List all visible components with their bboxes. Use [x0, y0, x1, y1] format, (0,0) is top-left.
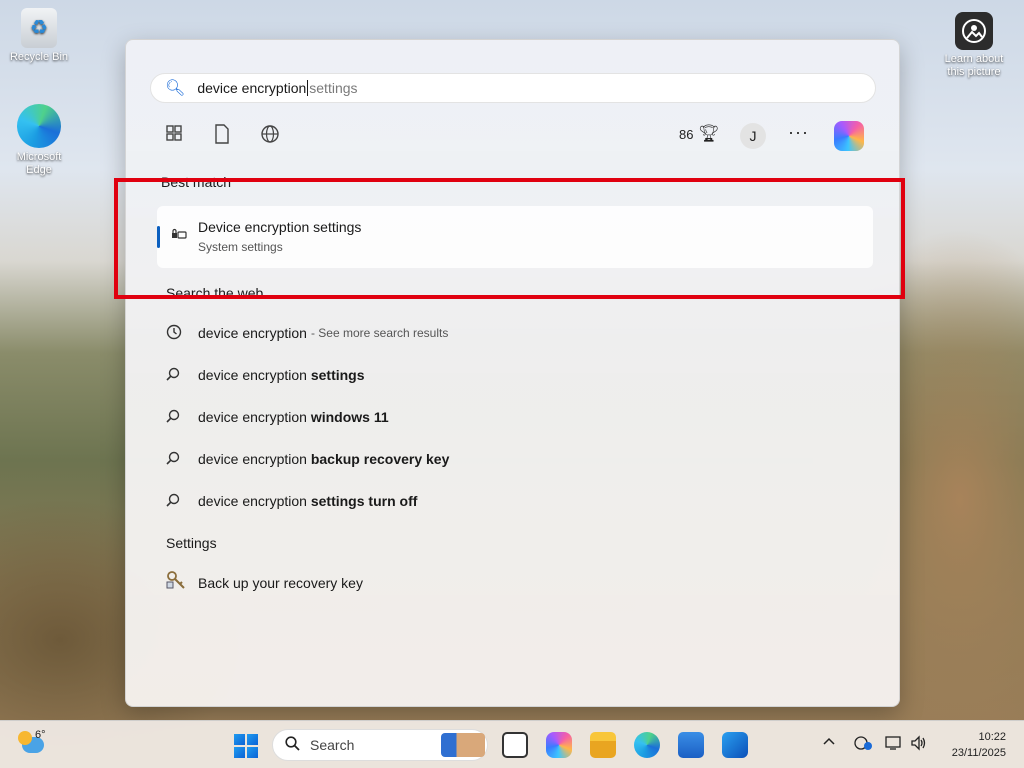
start-button[interactable] — [234, 734, 258, 758]
desktop-icon-label: Learn about this picture — [944, 53, 1004, 78]
desktop-icon-recycle-bin[interactable]: ♻ Recycle Bin — [3, 8, 75, 64]
rewards-icon[interactable]: 🏆︎ — [698, 124, 720, 144]
taskbar: 6° Search 10:22 23/11/2025 — [0, 720, 1024, 768]
web-result-text: device encryption windows 11 — [198, 409, 389, 425]
settings-result-text: Back up your recovery key — [198, 574, 363, 591]
system-clock[interactable]: 10:22 23/11/2025 — [952, 729, 1006, 761]
recovery-key-icon — [166, 570, 198, 595]
search-panel: 🔍︎ device encryption settings 86 🏆︎ J ··… — [125, 39, 900, 707]
web-result-1[interactable]: device encryption settings — [166, 355, 846, 395]
task-view-icon[interactable] — [502, 732, 528, 758]
chevron-up-icon[interactable] — [822, 735, 836, 753]
settings-heading: Settings — [166, 535, 217, 551]
search-autocomplete: settings — [309, 80, 358, 96]
web-result-text: device encryption settings — [198, 367, 365, 383]
history-icon — [166, 324, 198, 343]
highlight-box — [114, 178, 905, 299]
desktop-icon-edge[interactable]: Microsoft Edge — [3, 104, 75, 177]
text-caret — [307, 80, 309, 96]
network-cloud-icon[interactable] — [853, 735, 873, 755]
search-icon — [166, 367, 198, 384]
avatar[interactable]: J — [740, 123, 766, 149]
web-result-3[interactable]: device encryption backup recovery key — [166, 439, 846, 479]
filter-toolbar: 86 🏆︎ J ··· — [162, 121, 874, 151]
web-result-4[interactable]: device encryption settings turn off — [166, 481, 846, 521]
desktop-icon-label: Recycle Bin — [9, 51, 69, 63]
web-filter-icon[interactable] — [258, 124, 282, 146]
apps-filter-icon[interactable] — [162, 124, 186, 146]
rewards-points[interactable]: 86 — [679, 127, 693, 142]
web-result-text: device encryption — [198, 325, 307, 341]
web-result-extra: - See more search results — [310, 326, 449, 340]
file-explorer-icon[interactable] — [590, 732, 616, 758]
recycle-bin-icon: ♻ — [21, 8, 57, 48]
edge-icon — [17, 104, 61, 148]
desktop-icon-label: Microsoft Edge — [16, 151, 62, 176]
display-icon[interactable] — [885, 735, 903, 755]
search-icon — [166, 493, 198, 510]
weather-temperature: 6° — [35, 729, 46, 741]
web-result-0[interactable]: device encryption - See more search resu… — [166, 313, 846, 353]
search-icon — [166, 451, 198, 468]
copilot-icon[interactable] — [834, 121, 864, 151]
web-result-2[interactable]: device encryption windows 11 — [166, 397, 846, 437]
web-result-text: device encryption settings turn off — [198, 493, 418, 509]
search-highlight-image — [441, 733, 485, 757]
more-options-icon[interactable]: ··· — [788, 122, 809, 143]
learn-about-picture-icon — [955, 12, 993, 50]
settings-result[interactable]: Back up your recovery key — [166, 570, 363, 595]
outlook-icon[interactable] — [722, 732, 748, 758]
search-input[interactable]: 🔍︎ device encryption settings — [150, 73, 876, 103]
search-typed-text: device encryption — [197, 80, 307, 96]
search-icon: 🔍︎ — [165, 80, 186, 97]
documents-filter-icon[interactable] — [210, 124, 234, 146]
search-icon — [285, 735, 300, 755]
copilot-taskbar-icon[interactable] — [546, 732, 572, 758]
store-icon[interactable] — [678, 732, 704, 758]
web-result-text: device encryption backup recovery key — [198, 451, 450, 467]
taskbar-search-label: Search — [310, 737, 355, 753]
clock-time: 10:22 — [978, 731, 1006, 743]
edge-taskbar-icon[interactable] — [634, 732, 660, 758]
clock-date: 23/11/2025 — [951, 747, 1006, 759]
search-icon — [166, 409, 198, 426]
desktop-icon-learn-picture[interactable]: Learn about this picture — [938, 12, 1010, 79]
taskbar-search[interactable]: Search — [272, 729, 488, 761]
volume-icon[interactable] — [910, 735, 928, 755]
